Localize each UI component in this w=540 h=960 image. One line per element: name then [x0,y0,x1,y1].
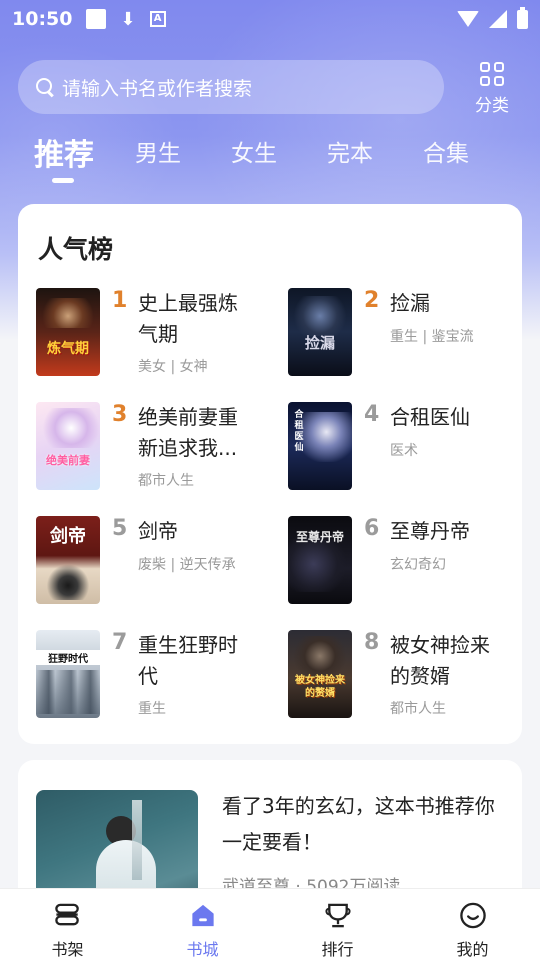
nav-bookshelf[interactable]: 书架 [0,889,135,960]
book-cover: 狂野时代 [36,630,100,718]
book-name: 被女神捡来的赘婿 [390,633,490,688]
ranking-title: 人气榜 [38,235,114,264]
book-tags: 美女 | 女神 [138,359,208,375]
nav-profile[interactable]: 我的 [405,889,540,960]
ranking-item[interactable]: 狂野时代 7 重生狂野时代 重生 [36,630,266,730]
book-cover: 至尊丹帝 [288,516,352,604]
ranking-item[interactable]: 炼气期 1 史上最强炼气期 美女 | 女神 [36,288,266,388]
ranking-item[interactable]: 绝美前妻 3 绝美前妻重新追求我... 都市人生 [36,402,266,502]
signal-icon [489,10,507,28]
book-tags: 都市人生 [390,701,446,717]
nav-ranking[interactable]: 排行 [270,889,405,960]
notification-icon [86,9,107,29]
book-cover-title: 炼气期 [47,341,89,357]
search-bar[interactable]: 请输入书名或作者搜索 [18,60,444,114]
nav-label: 排行 [321,940,354,959]
book-name: 合租医仙 [390,405,470,429]
trophy-icon [324,903,351,928]
nav-bookstore[interactable]: 书城 [135,889,270,960]
book-cover-title: 绝美前妻 [46,454,90,467]
book-cover: 炼气期 [36,288,100,376]
book-cover: 剑帝 [36,516,100,604]
nav-label: 书城 [186,940,219,959]
book-name: 捡漏 [390,291,430,315]
rank-number: 8 [364,630,380,655]
book-cover: 合租医仙 [288,402,352,490]
smile-icon [459,902,486,929]
ranking-item[interactable]: 合租医仙 4 合租医仙 医术 [288,402,518,502]
ranking-item[interactable]: 至尊丹帝 6 至尊丹帝 玄幻奇幻 [288,516,518,616]
book-cover-title: 狂野时代 [36,650,100,665]
book-cover-title: 捡漏 [304,334,335,352]
rank-number: 5 [112,516,128,541]
download-icon: ⬇ [120,8,136,30]
home-icon [191,904,214,927]
book-cover-title: 合租医仙 [294,410,304,453]
ranking-card: 人气榜 炼气期 1 史上最强炼气期 美女 | 女神 捡漏 2 捡漏 重生 | 鉴… [18,204,522,744]
book-name: 重生狂野时代 [138,633,238,688]
recommend-text: 看了3年的玄幻，这本书推荐你一定要看！ [222,794,495,854]
grid-icon [480,62,504,86]
book-tags: 重生 [138,701,166,717]
book-name: 剑帝 [138,519,178,543]
bottom-navigation: 书架 书城 排行 我的 [0,888,540,960]
book-cover: 捡漏 [288,288,352,376]
tab-bar: 推荐 男生 女生 完本 合集 [0,134,540,194]
category-label: 分类 [475,96,509,116]
ranking-item[interactable]: 捡漏 2 捡漏 重生 | 鉴宝流 [288,288,518,388]
rank-number: 6 [364,516,380,541]
book-name: 史上最强炼气期 [138,291,238,346]
book-cover: 被女神捡来的赘婿 [288,630,352,718]
search-icon [36,78,54,96]
book-cover-title: 剑帝 [50,526,86,547]
tab-indicator [52,178,74,183]
battery-icon [517,6,528,29]
book-tags: 玄幻奇幻 [390,557,446,573]
book-name: 至尊丹帝 [390,519,470,543]
book-cover-title: 被女神捡来的赘婿 [295,675,345,699]
book-tags: 废柴 | 逆天传承 [138,557,236,573]
ranking-item[interactable]: 剑帝 5 剑帝 废柴 | 逆天传承 [36,516,266,616]
status-bar: 10:50 ⬇ A [0,0,540,38]
book-cover: 绝美前妻 [36,402,100,490]
search-placeholder: 请输入书名或作者搜索 [62,77,253,100]
nav-label: 我的 [456,940,489,959]
book-tags: 都市人生 [138,473,194,489]
book-tags: 医术 [390,443,418,459]
tab-collection[interactable]: 合集 [423,134,469,168]
rank-number: 2 [364,288,380,313]
book-tags: 重生 | 鉴宝流 [390,329,474,345]
ranking-item[interactable]: 被女神捡来的赘婿 8 被女神捡来的赘婿 都市人生 [288,630,518,730]
tab-recommend[interactable]: 推荐 [34,130,94,174]
rank-number: 4 [364,402,380,427]
tab-complete[interactable]: 完本 [327,134,373,168]
a-icon: A [149,11,166,27]
nav-label: 书架 [51,940,84,959]
book-cover-title: 至尊丹帝 [295,530,344,544]
wifi-icon [457,11,479,27]
tab-male[interactable]: 男生 [135,134,181,168]
rank-number: 7 [112,630,128,655]
book-name: 绝美前妻重新追求我... [138,405,238,460]
rank-number: 3 [112,402,128,427]
tab-female[interactable]: 女生 [231,134,277,168]
category-button[interactable]: 分类 [470,62,514,118]
bookshelf-icon [54,903,79,926]
rank-number: 1 [112,288,128,313]
status-time: 10:50 [12,8,73,30]
